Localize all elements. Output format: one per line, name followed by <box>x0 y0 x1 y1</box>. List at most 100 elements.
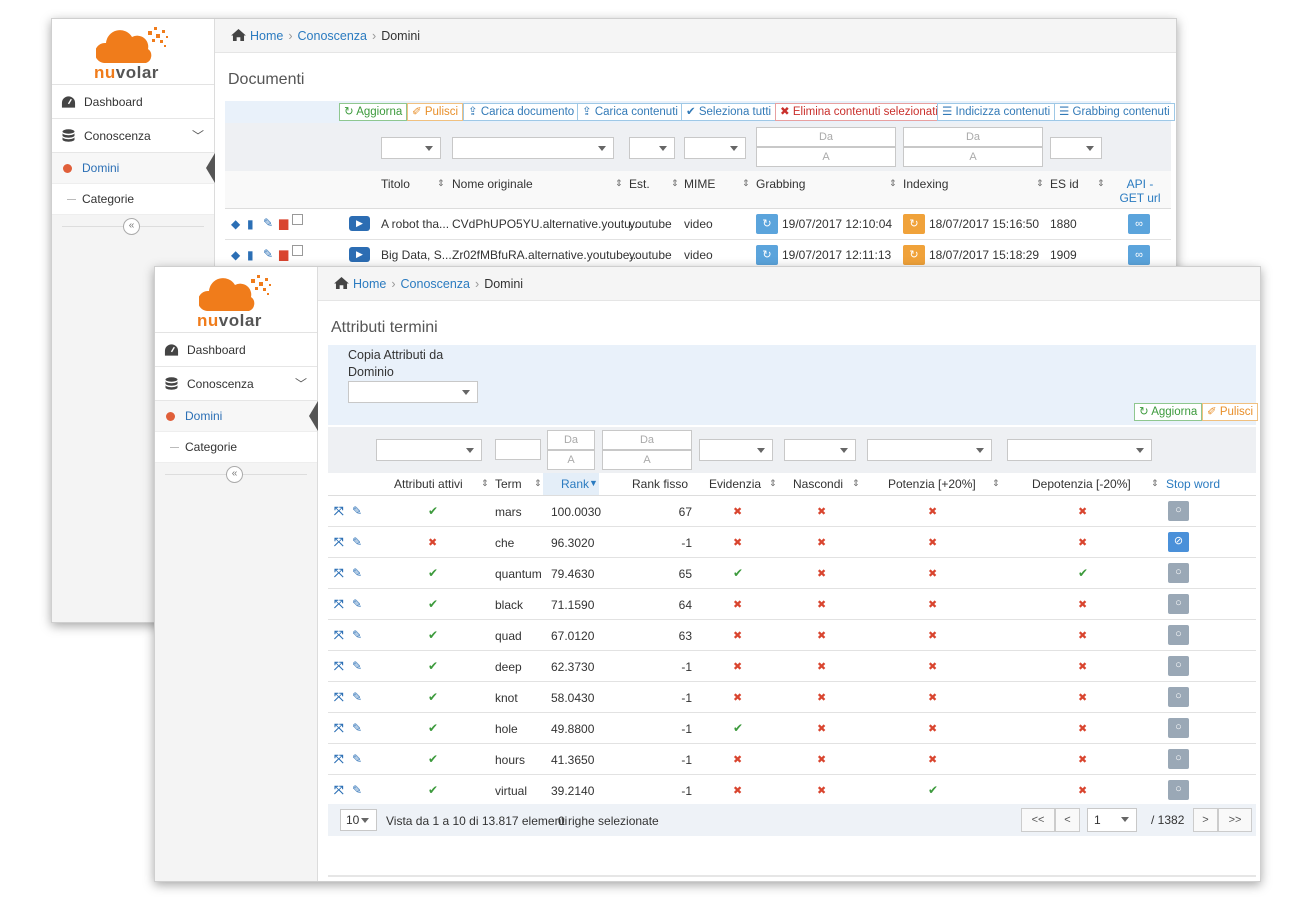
filter-est-select[interactable] <box>629 137 675 159</box>
grabbing-refresh-button[interactable]: ↻ <box>756 245 778 265</box>
table-row[interactable]: ◆ ▮ ✎ ▆ ▶ A robot tha... CVdPhUPO5YU.alt… <box>225 209 1171 240</box>
table-row[interactable]: ⤧ ✎ ✖ che 96.3020 -1 ✖ ✖ ✖ ✖ ⊘ <box>328 527 1256 558</box>
first-page-button[interactable]: << <box>1021 808 1055 832</box>
col-evidenzia[interactable]: Evidenzia <box>709 477 761 491</box>
sidebar-item-domini[interactable]: Domini <box>52 153 215 184</box>
stop-word-off-icon[interactable]: ○ <box>1168 625 1189 645</box>
expand-icon[interactable]: ⤧ <box>334 597 344 612</box>
sort-icon[interactable]: ⇕ <box>1036 178 1044 189</box>
pencil-icon[interactable]: ✎ <box>352 783 362 797</box>
filter-attivi-select[interactable] <box>376 439 482 461</box>
filter-rankfisso-da[interactable]: Da <box>602 430 692 450</box>
pulisci-button[interactable]: ✐ Pulisci <box>1202 403 1259 421</box>
col-titolo[interactable]: Titolo <box>381 177 410 191</box>
sidebar-item-conoscenza[interactable]: Conoscenza ﹀ <box>52 119 214 153</box>
filter-rank-da[interactable]: Da <box>547 430 595 450</box>
sort-icon[interactable]: ⇕ <box>671 178 679 189</box>
filter-nascondi-select[interactable] <box>784 439 856 461</box>
collapse-button[interactable]: « <box>123 218 140 235</box>
tag-icon[interactable]: ◆ <box>231 248 240 262</box>
sidebar-item-dashboard[interactable]: Dashboard <box>52 85 214 119</box>
indicizza-contenuti-button[interactable]: ☰ Indicizza contenuti <box>937 103 1056 121</box>
last-page-button[interactable]: >> <box>1218 808 1252 832</box>
pencil-icon[interactable]: ✎ <box>352 535 362 549</box>
seleziona-tutti-button[interactable]: ✔ Seleziona tutti <box>681 103 777 121</box>
sort-icon[interactable]: ⇕ <box>742 178 750 189</box>
page-size-select[interactable]: 10 <box>340 809 377 831</box>
pencil-icon[interactable]: ✎ <box>352 566 362 580</box>
stop-word-off-icon[interactable]: ○ <box>1168 501 1189 521</box>
expand-icon[interactable]: ⤧ <box>334 659 344 674</box>
col-attributi-attivi[interactable]: Attributi attivi <box>394 477 463 491</box>
col-rank-fisso[interactable]: Rank fisso <box>632 477 688 491</box>
expand-icon[interactable]: ⤧ <box>334 504 344 519</box>
breadcrumb-conoscenza[interactable]: Conoscenza <box>298 29 368 43</box>
trash-icon[interactable]: ▆ <box>279 216 288 230</box>
sort-icon[interactable]: ⇕ <box>437 178 445 189</box>
pencil-icon[interactable]: ✎ <box>352 659 362 673</box>
row-checkbox[interactable] <box>292 214 303 225</box>
table-row[interactable]: ⤧ ✎ ✔ hole 49.8800 -1 ✔ ✖ ✖ ✖ ○ <box>328 713 1256 744</box>
col-grabbing[interactable]: Grabbing <box>756 177 805 191</box>
carica-documento-button[interactable]: ⇪ Carica documento <box>463 103 580 121</box>
youtube-icon[interactable]: ▶ <box>349 247 370 262</box>
youtube-icon[interactable]: ▶ <box>349 216 370 231</box>
col-depotenzia[interactable]: Depotenzia [-20%] <box>1032 477 1131 491</box>
sort-icon[interactable]: ⇕ <box>889 178 897 189</box>
sidebar-item-categorie[interactable]: Categorie <box>52 184 214 215</box>
filter-depotenzia-select[interactable] <box>1007 439 1152 461</box>
col-api-get-url[interactable]: API - GET url <box>1115 177 1165 205</box>
filter-potenzia-select[interactable] <box>867 439 992 461</box>
link-icon[interactable]: ∞ <box>1128 245 1150 265</box>
collapse-button[interactable]: « <box>226 466 243 483</box>
expand-icon[interactable]: ⤧ <box>334 566 344 581</box>
indexing-refresh-button[interactable]: ↻ <box>903 245 925 265</box>
sort-icon[interactable]: ⇕ <box>992 478 1000 489</box>
aggiorna-button[interactable]: ↻ Aggiorna <box>339 103 408 121</box>
col-stop-word[interactable]: Stop word <box>1166 477 1220 491</box>
col-term[interactable]: Term <box>495 477 522 491</box>
filter-grabbing-a[interactable]: A <box>756 147 896 167</box>
filter-esid-select[interactable] <box>1050 137 1102 159</box>
table-row[interactable]: ⤧ ✎ ✔ quantum 79.4630 65 ✔ ✖ ✖ ✔ ○ <box>328 558 1256 589</box>
expand-icon[interactable]: ⤧ <box>334 721 344 736</box>
col-est[interactable]: Est. <box>629 177 650 191</box>
table-row[interactable]: ⤧ ✎ ✔ hours 41.3650 -1 ✖ ✖ ✖ ✖ ○ <box>328 744 1256 775</box>
filter-grabbing-da[interactable]: Da <box>756 127 896 147</box>
filter-indexing-da[interactable]: Da <box>903 127 1043 147</box>
sort-icon[interactable]: ⇕ <box>1151 478 1159 489</box>
table-row[interactable]: ⤧ ✎ ✔ mars 100.0030 67 ✖ ✖ ✖ ✖ ○ <box>328 496 1256 527</box>
sort-icon[interactable]: ⇕ <box>852 478 860 489</box>
trash-icon[interactable]: ▆ <box>279 247 288 261</box>
pencil-icon[interactable]: ✎ <box>352 721 362 735</box>
grabbing-contenuti-button[interactable]: ☰ Grabbing contenuti <box>1054 103 1175 121</box>
stop-word-off-icon[interactable]: ○ <box>1168 563 1189 583</box>
col-es-id[interactable]: ES id <box>1050 177 1079 191</box>
stop-word-off-icon[interactable]: ○ <box>1168 656 1189 676</box>
filter-rankfisso-a[interactable]: A <box>602 450 692 470</box>
col-mime[interactable]: MIME <box>684 177 715 191</box>
filter-nome-select[interactable] <box>452 137 614 159</box>
table-row[interactable]: ⤧ ✎ ✔ deep 62.3730 -1 ✖ ✖ ✖ ✖ ○ <box>328 651 1256 682</box>
stop-word-off-icon[interactable]: ○ <box>1168 687 1189 707</box>
filter-evidenzia-select[interactable] <box>699 439 773 461</box>
col-potenzia[interactable]: Potenzia [+20%] <box>888 477 976 491</box>
table-row[interactable]: ⤧ ✎ ✔ black 71.1590 64 ✖ ✖ ✖ ✖ ○ <box>328 589 1256 620</box>
expand-icon[interactable]: ⤧ <box>334 752 344 767</box>
stop-word-off-icon[interactable]: ○ <box>1168 718 1189 738</box>
grabbing-refresh-button[interactable]: ↻ <box>756 214 778 234</box>
row-checkbox[interactable] <box>292 245 303 256</box>
sidebar-item-categorie[interactable]: Categorie <box>155 432 317 463</box>
table-row[interactable]: ⤧ ✎ ✔ virtual 39.2140 -1 ✖ ✖ ✔ ✖ ○ <box>328 775 1256 806</box>
link-icon[interactable]: ∞ <box>1128 214 1150 234</box>
pencil-icon[interactable]: ✎ <box>352 752 362 766</box>
pencil-icon[interactable]: ✎ <box>352 504 362 518</box>
stop-word-off-icon[interactable]: ○ <box>1168 749 1189 769</box>
expand-icon[interactable]: ⤧ <box>334 690 344 705</box>
breadcrumb-home[interactable]: Home <box>353 277 386 291</box>
next-page-button[interactable]: > <box>1193 808 1218 832</box>
tag-icon[interactable]: ◆ <box>231 217 240 231</box>
pencil-icon[interactable]: ✎ <box>263 216 273 230</box>
carica-contenuti-button[interactable]: ⇪ Carica contenuti <box>577 103 683 121</box>
filter-term-input[interactable] <box>495 439 541 460</box>
